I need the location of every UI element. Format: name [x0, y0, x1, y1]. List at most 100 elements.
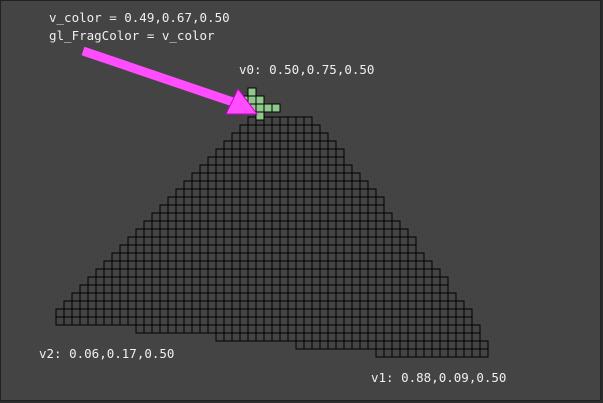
fragment-cell: [279, 220, 289, 230]
fragment-cell: [335, 340, 345, 350]
fragment-cell: [167, 252, 177, 262]
fragment-cell: [103, 316, 113, 326]
fragment-cell: [311, 180, 321, 190]
fragment-cell: [135, 300, 145, 310]
fragment-cell: [367, 228, 377, 238]
fragment-cell: [327, 140, 337, 150]
fragment-cell: [447, 308, 457, 318]
fragment-cell: [111, 284, 121, 294]
fragment-cell: [231, 300, 241, 310]
fragment-cell: [327, 220, 337, 230]
fragment-cell: [95, 284, 105, 294]
fragment-cell: [303, 236, 313, 246]
fragment-cell: [271, 212, 281, 222]
fragment-cell: [359, 308, 369, 318]
fragment-cell: [279, 332, 289, 342]
fragment-cell: [287, 164, 297, 174]
fragment-cell: [167, 284, 177, 294]
fragment-cell: [223, 316, 233, 326]
code-line-1: v_color = 0.49,0.67,0.50: [49, 10, 230, 25]
fragment-cell: [207, 220, 217, 230]
fragment-cell: [287, 196, 297, 206]
fragment-cell: [335, 268, 345, 278]
fragment-cell: [359, 276, 369, 286]
fragment-cell: [343, 268, 353, 278]
fragment-cell: [423, 308, 433, 318]
fragment-cell: [319, 252, 329, 262]
fragment-cell: [183, 228, 193, 238]
fragment-cell: [231, 292, 241, 302]
fragment-cell: [199, 188, 209, 198]
fragment-cell: [327, 156, 337, 166]
fragment-cell: [327, 204, 337, 214]
fragment-cell: [215, 284, 225, 294]
fragment-cell: [263, 236, 273, 246]
fragment-cell: [271, 284, 281, 294]
fragment-cell: [367, 292, 377, 302]
fragment-cell: [271, 172, 281, 182]
fragment-cell: [151, 260, 161, 270]
fragment-cell: [343, 172, 353, 182]
fragment-cell: [303, 204, 313, 214]
fragment-cell: [271, 148, 281, 158]
fragment-cell: [263, 308, 273, 318]
fragment-cell: [239, 172, 249, 182]
fragment-cell: [159, 276, 169, 286]
fragment-cell: [295, 180, 305, 190]
fragment-cell: [191, 300, 201, 310]
fragment-cell: [351, 180, 361, 190]
vertex-label-v2: v2: 0.06,0.17,0.50: [39, 346, 174, 361]
fragment-cell: [263, 212, 273, 222]
fragment-cell: [231, 196, 241, 206]
fragment-cell: [247, 332, 257, 342]
fragment-cell: [255, 140, 265, 150]
fragment-cell: [231, 228, 241, 238]
fragment-cell: [199, 196, 209, 206]
fragment-cell: [311, 244, 321, 254]
fragment-cell: [191, 220, 201, 230]
fragment-cell: [311, 332, 321, 342]
fragment-cell: [191, 292, 201, 302]
fragment-cell: [207, 260, 217, 270]
fragment-cell: [343, 228, 353, 238]
fragment-cell: [447, 348, 457, 358]
fragment-cell: [359, 236, 369, 246]
fragment-cell: [431, 276, 441, 286]
fragment-cell: [111, 308, 121, 318]
fragment-cell: [415, 276, 425, 286]
fragment-cell: [383, 316, 393, 326]
fragment-cell: [399, 308, 409, 318]
fragment-cell: [175, 308, 185, 318]
vertex-label-v1: v1: 0.88,0.09,0.50: [371, 370, 506, 385]
fragment-grid: [55, 116, 489, 358]
fragment-cell: [239, 284, 249, 294]
fragment-cell: [255, 284, 265, 294]
fragment-cell: [439, 324, 449, 334]
fragment-cell: [407, 332, 417, 342]
fragment-cell: [223, 172, 233, 182]
fragment-cell: [367, 252, 377, 262]
fragment-cell: [159, 236, 169, 246]
fragment-cell: [239, 164, 249, 174]
fragment-cell: [271, 196, 281, 206]
fragment-cell: [447, 324, 457, 334]
fragment-cell: [159, 284, 169, 294]
fragment-cell: [415, 324, 425, 334]
fragment-cell: [175, 284, 185, 294]
fragment-cell: [295, 132, 305, 142]
fragment-cell: [407, 324, 417, 334]
fragment-cell: [351, 196, 361, 206]
fragment-cell: [199, 260, 209, 270]
fragment-cell: [223, 140, 233, 150]
rasterization-diagram: v_color = 0.49,0.67,0.50 gl_FragColor = …: [39, 10, 506, 385]
fragment-cell: [319, 268, 329, 278]
fragment-cell: [271, 124, 281, 134]
fragment-cell: [295, 324, 305, 334]
fragment-cell: [247, 308, 257, 318]
fragment-cell: [375, 276, 385, 286]
fragment-cell: [239, 324, 249, 334]
fragment-cell: [431, 316, 441, 326]
fragment-cell: [359, 292, 369, 302]
fragment-cell: [63, 300, 73, 310]
fragment-cell: [447, 300, 457, 310]
